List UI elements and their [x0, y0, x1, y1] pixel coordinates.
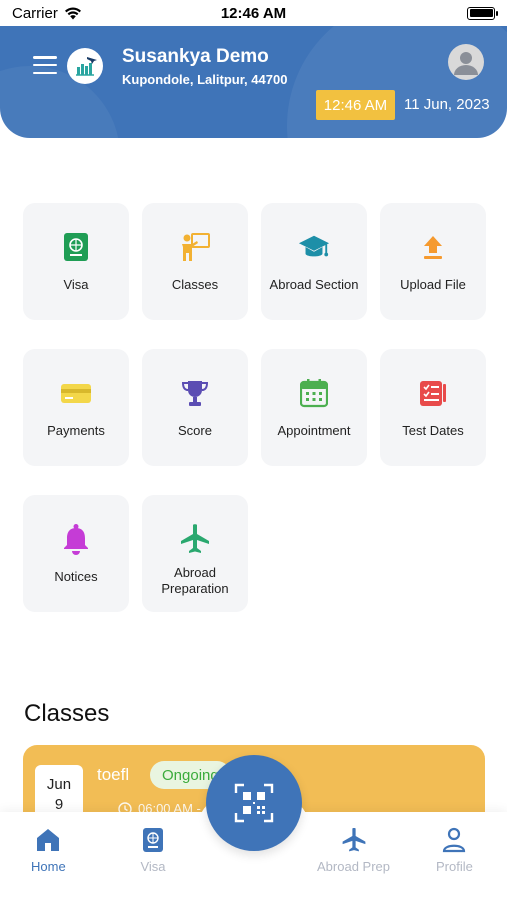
tile-notices[interactable]: Notices — [23, 495, 129, 612]
tab-profile[interactable]: Profile — [436, 826, 473, 874]
tile-abroad-section[interactable]: Abroad Section — [261, 203, 367, 320]
tile-payments[interactable]: Payments — [23, 349, 129, 466]
passport-icon — [60, 231, 92, 263]
home-icon — [34, 826, 62, 854]
tile-appointment[interactable]: Appointment — [261, 349, 367, 466]
tab-label: Profile — [436, 859, 473, 874]
tile-label: Upload File — [400, 277, 466, 292]
qr-code-icon — [234, 783, 274, 823]
tab-home[interactable]: Home — [31, 826, 66, 874]
tab-label: Abroad Prep — [317, 859, 390, 874]
date-text: 11 Jun, 2023 — [404, 96, 490, 113]
graduation-cap-icon — [298, 231, 330, 263]
checklist-icon — [417, 377, 449, 409]
battery-icon — [467, 6, 498, 20]
logo-icon — [76, 57, 97, 76]
tile-label: Payments — [47, 423, 105, 438]
tile-visa[interactable]: Visa — [23, 203, 129, 320]
bell-icon — [60, 523, 92, 555]
tab-visa[interactable]: Visa — [139, 826, 167, 874]
tile-label: Visa — [63, 277, 89, 292]
tile-upload-file[interactable]: Upload File — [380, 203, 486, 320]
avatar[interactable] — [448, 44, 484, 80]
app-header: Susankya Demo Kupondole, Lalitpur, 44700… — [0, 26, 507, 138]
tile-label: Classes — [171, 277, 219, 292]
user-name: Susankya Demo — [122, 46, 269, 67]
tile-label: Score — [178, 423, 212, 438]
teacher-board-icon — [179, 231, 211, 263]
airplane-icon — [340, 826, 368, 854]
class-name: toefl — [97, 765, 130, 784]
tab-label: Home — [31, 859, 66, 874]
tile-classes[interactable]: Classes — [142, 203, 248, 320]
classes-section-title: Classes — [24, 700, 110, 727]
tile-label: Notices — [54, 569, 98, 584]
tile-test-dates[interactable]: Test Dates — [380, 349, 486, 466]
class-month: Jun — [46, 776, 72, 793]
tile-label: Abroad Section — [269, 277, 359, 292]
user-address: Kupondole, Lalitpur, 44700 — [122, 72, 288, 87]
app-logo — [67, 48, 103, 84]
qr-scan-button[interactable] — [206, 755, 302, 851]
profile-icon — [440, 826, 468, 854]
tile-label: Test Dates — [402, 423, 464, 438]
tile-label: Abroad Preparation — [161, 565, 229, 596]
carrier-group: Carrier — [12, 5, 82, 22]
upload-icon — [417, 231, 449, 263]
wifi-icon — [64, 6, 81, 19]
tab-abroad-prep[interactable]: Abroad Prep — [317, 826, 390, 874]
trophy-icon — [179, 377, 211, 409]
passport-icon — [139, 826, 167, 854]
credit-card-icon — [60, 377, 92, 409]
time-badge: 12:46 AM — [316, 90, 395, 120]
carrier-label: Carrier — [12, 4, 58, 22]
tile-abroad-preparation[interactable]: Abroad Preparation — [142, 495, 248, 612]
airplane-icon — [179, 523, 211, 555]
tile-score[interactable]: Score — [142, 349, 248, 466]
user-icon — [454, 52, 478, 75]
tile-label: Appointment — [277, 423, 351, 438]
status-bar: Carrier 12:46 AM — [0, 0, 507, 26]
tab-label: Visa — [140, 859, 166, 874]
calendar-icon — [298, 377, 330, 409]
menu-icon[interactable] — [33, 56, 57, 74]
